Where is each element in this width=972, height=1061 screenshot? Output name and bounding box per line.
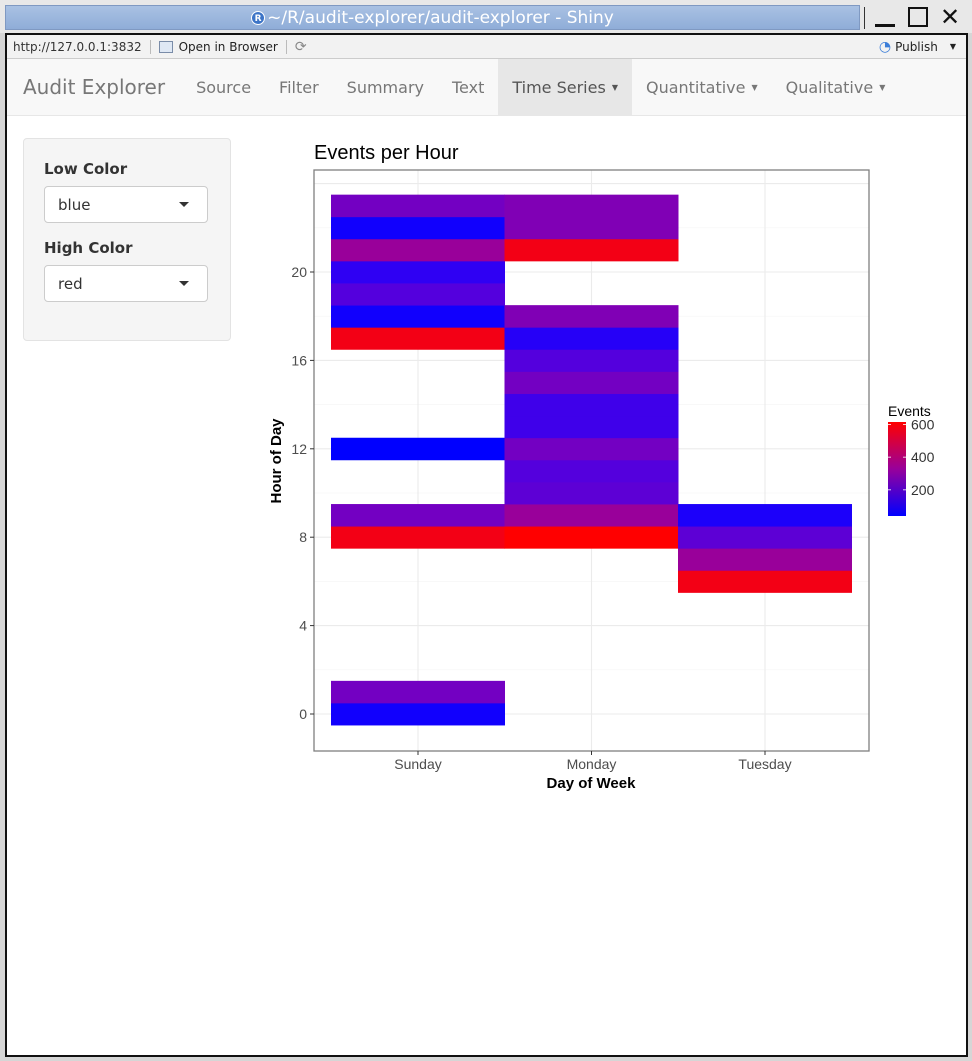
heatmap-tile	[504, 459, 679, 483]
y-tick-label: 4	[299, 618, 307, 634]
heatmap-tile	[504, 371, 679, 394]
heatmap-tile	[331, 260, 505, 284]
heatmap-tile	[331, 327, 505, 350]
heatmap-tile	[504, 526, 679, 549]
heatmap-tile	[504, 194, 679, 218]
color-legend: Events 200400600	[888, 403, 935, 516]
legend-colorbar	[888, 422, 906, 516]
x-axis-label: Day of Week	[547, 775, 637, 792]
heatmap-tile	[331, 437, 505, 461]
heatmap-tile	[331, 702, 505, 726]
events-heatmap-chart: 0 4 8 12 16 20 Sunday Monday Tuesday Events per …	[268, 142, 935, 792]
heatmap-tile	[331, 238, 505, 262]
heatmap-tile	[504, 327, 679, 350]
chart-title: Events per Hour	[314, 142, 459, 164]
heatmap-tile	[331, 680, 505, 704]
heatmap-tile	[504, 504, 679, 527]
heatmap-tile	[331, 194, 505, 218]
heatmap-tile	[331, 216, 505, 240]
heatmap-tile	[678, 526, 852, 549]
heatmap-tile	[331, 305, 505, 328]
heatmap-tile	[504, 349, 679, 372]
heatmap-tile	[678, 570, 852, 593]
heatmap-tile	[504, 437, 679, 461]
x-tick-label: Sunday	[394, 756, 441, 772]
heatmap-tile	[504, 415, 679, 439]
legend-tick-label: 600	[911, 416, 935, 432]
heatmap-tile	[331, 283, 505, 306]
y-axis-label: Hour of Day	[268, 418, 285, 504]
legend-tick-label: 200	[911, 482, 935, 498]
heatmap-tile	[678, 504, 852, 527]
heatmap-tile	[504, 216, 679, 240]
heatmap-tile	[678, 548, 852, 571]
heatmap-tile	[504, 393, 679, 417]
heatmap-tile	[331, 504, 505, 527]
x-tick-label: Monday	[567, 756, 617, 772]
y-tick-label: 8	[299, 529, 307, 545]
heatmap-tile	[331, 526, 505, 549]
heatmap-tile	[504, 305, 679, 328]
heatmap-tile	[504, 238, 679, 262]
y-tick-label: 12	[291, 441, 307, 457]
y-tick-label: 20	[291, 264, 307, 280]
x-tick-label: Tuesday	[738, 756, 791, 772]
heatmap-tile	[504, 481, 679, 505]
y-tick-label: 0	[299, 706, 307, 722]
legend-tick-label: 400	[911, 449, 935, 465]
y-tick-label: 16	[291, 352, 307, 368]
